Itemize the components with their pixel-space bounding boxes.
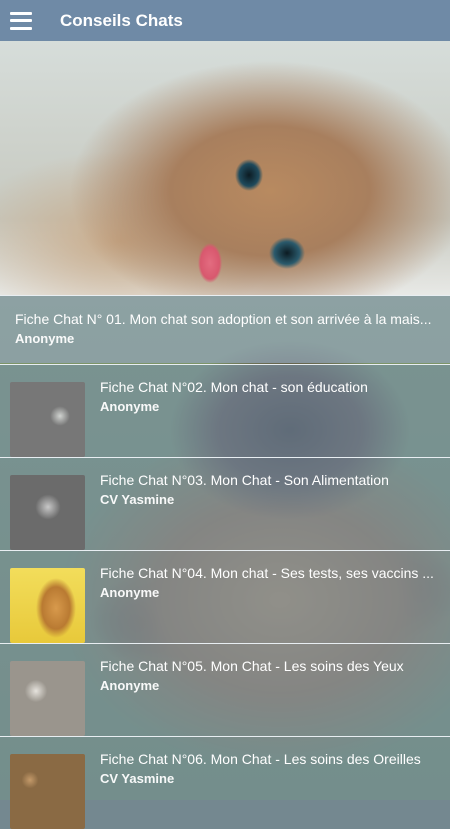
thumbnail-image bbox=[10, 754, 85, 829]
list-item[interactable]: Fiche Chat N° 01. Mon chat son adoption … bbox=[0, 295, 450, 363]
list-item-title: Fiche Chat N°02. Mon chat - son éducatio… bbox=[100, 379, 368, 395]
hero-kitten-image bbox=[0, 41, 450, 295]
list-item-author: CV Yasmine bbox=[100, 492, 175, 507]
list-item-author: Anonyme bbox=[15, 331, 75, 346]
list-item-title: Fiche Chat N°05. Mon Chat - Les soins de… bbox=[100, 658, 404, 674]
article-list: Fiche Chat N° 01. Mon chat son adoption … bbox=[0, 295, 450, 829]
list-item-title: Fiche Chat N°06. Mon Chat - Les soins de… bbox=[100, 751, 421, 767]
list-item-title: Fiche Chat N° 01. Mon chat son adoption … bbox=[15, 311, 432, 327]
list-item[interactable]: Fiche Chat N°02. Mon chat - son éducatio… bbox=[0, 364, 450, 457]
thumbnail-image bbox=[10, 661, 85, 736]
app-bar: Conseils Chats bbox=[0, 0, 450, 41]
list-item[interactable]: Fiche Chat N°05. Mon Chat - Les soins de… bbox=[0, 643, 450, 736]
list-item-title: Fiche Chat N°04. Mon chat - Ses tests, s… bbox=[100, 565, 434, 581]
thumbnail-image bbox=[10, 475, 85, 550]
app-title: Conseils Chats bbox=[60, 10, 183, 30]
list-item-title: Fiche Chat N°03. Mon Chat - Son Alimenta… bbox=[100, 472, 389, 488]
hamburger-menu-icon[interactable] bbox=[10, 11, 32, 30]
list-item-author: Anonyme bbox=[100, 678, 160, 693]
list-item[interactable]: Fiche Chat N°06. Mon Chat - Les soins de… bbox=[0, 736, 450, 829]
list-item-author: CV Yasmine bbox=[100, 771, 175, 786]
thumbnail-image bbox=[10, 568, 85, 643]
list-item-author: Anonyme bbox=[100, 585, 160, 600]
list-item[interactable]: Fiche Chat N°04. Mon chat - Ses tests, s… bbox=[0, 550, 450, 643]
list-item-author: Anonyme bbox=[100, 399, 160, 414]
list-item[interactable]: Fiche Chat N°03. Mon Chat - Son Alimenta… bbox=[0, 457, 450, 550]
thumbnail-image bbox=[10, 382, 85, 457]
